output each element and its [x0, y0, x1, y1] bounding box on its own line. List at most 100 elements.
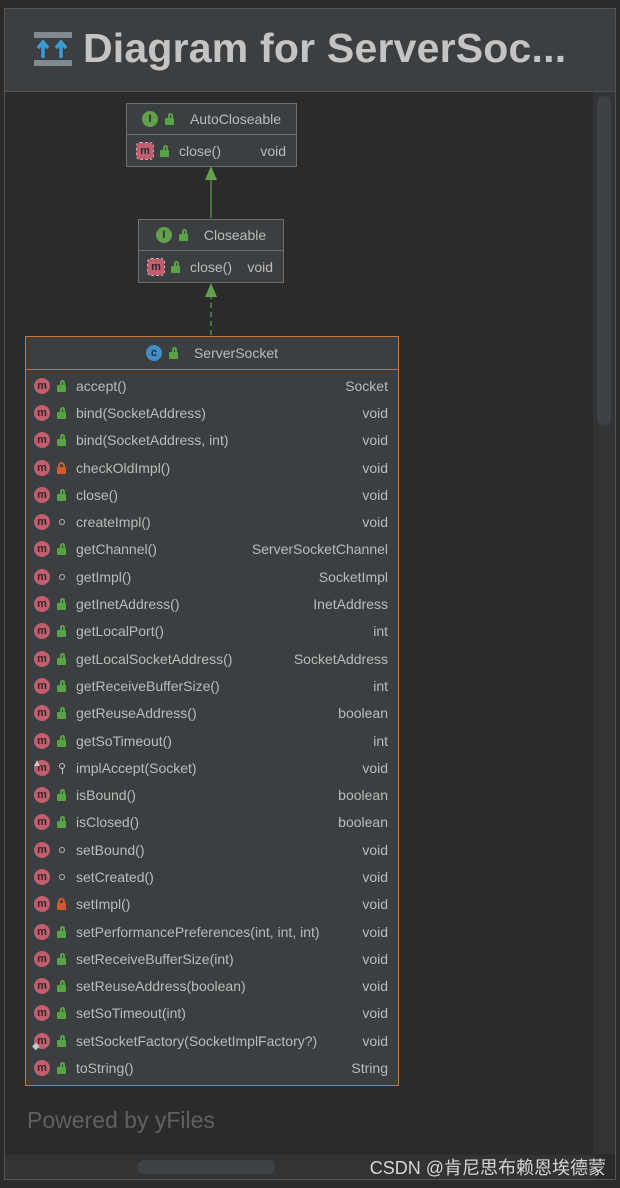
method-row[interactable]: m getSoTimeout() int: [26, 727, 398, 754]
method-icon: m: [34, 787, 50, 804]
method-return-type: void: [362, 868, 388, 885]
method-row[interactable]: m bind(SocketAddress, int) void: [26, 427, 398, 454]
public-lock-icon: [170, 260, 182, 273]
method-row[interactable]: m close() void: [127, 135, 296, 166]
public-lock-icon: [56, 1062, 68, 1075]
public-lock-icon: [56, 625, 68, 638]
method-name: setPerformancePreferences(int, int, int): [76, 923, 320, 940]
method-row[interactable]: m getLocalPort() int: [26, 618, 398, 645]
method-icon: m: [34, 732, 50, 749]
method-row[interactable]: m setPerformancePreferences(int, int, int…: [26, 918, 398, 945]
csdn-watermark: CSDN @肯尼思布赖恩埃德蒙: [369, 1158, 606, 1178]
public-lock-icon: [56, 679, 68, 692]
method-row[interactable]: m setBound() void: [26, 836, 398, 863]
public-lock-icon: [56, 707, 68, 720]
method-row[interactable]: m bind(SocketAddress) void: [26, 399, 398, 426]
method-row[interactable]: m close() void: [26, 481, 398, 508]
override-marker-icon: ▲: [32, 758, 42, 770]
method-row[interactable]: m setCreated() void: [26, 863, 398, 890]
method-name: setBound(): [76, 841, 145, 858]
method-row[interactable]: m setImpl() void: [26, 891, 398, 918]
method-icon: m: [34, 459, 50, 476]
method-icon: m: [34, 978, 50, 995]
public-lock-icon: [56, 488, 68, 501]
edge-arrowhead-closeable: [205, 283, 217, 297]
method-icon: m: [34, 377, 50, 394]
method-row[interactable]: m setReceiveBufferSize(int) void: [26, 945, 398, 972]
public-lock-icon: [56, 925, 68, 938]
closeable-node[interactable]: I Closeable m close() void: [138, 219, 284, 283]
method-return-type: void: [362, 514, 388, 531]
method-icon: m: [34, 596, 50, 613]
method-icon: m: [34, 841, 50, 858]
method-row[interactable]: m getImpl() SocketImpl: [26, 563, 398, 590]
method-row[interactable]: m isBound() boolean: [26, 781, 398, 808]
method-row[interactable]: m setSoTimeout(int) void: [26, 1000, 398, 1027]
method-return-type: boolean: [338, 787, 388, 804]
horizontal-scroll-thumb[interactable]: [137, 1160, 275, 1174]
vertical-scrollbar[interactable]: [593, 92, 615, 1154]
serversocket-node[interactable]: c ServerSocket m accept() Socket m bind(Sock…: [25, 336, 399, 1086]
method-return-type: ServerSocketChannel: [251, 541, 388, 558]
package-visibility-icon: [56, 844, 68, 856]
method-row[interactable]: m getLocalSocketAddress() SocketAddress: [26, 645, 398, 672]
method-row[interactable]: m getReuseAddress() boolean: [26, 700, 398, 727]
method-return-type: int: [373, 732, 388, 749]
method-name: close(): [179, 142, 222, 159]
method-name: createImpl(): [76, 514, 151, 531]
protected-key-icon: [56, 762, 68, 774]
package-visibility-icon: [56, 571, 68, 583]
method-name: getInetAddress(): [76, 596, 180, 613]
method-row[interactable]: m createImpl() void: [26, 508, 398, 535]
public-lock-icon: [56, 652, 68, 665]
vertical-scroll-thumb[interactable]: [597, 96, 611, 426]
method-return-type: void: [362, 1032, 388, 1049]
method-icon: m: [34, 950, 50, 967]
method-icon: m: [34, 568, 50, 585]
method-name: setReceiveBufferSize(int): [76, 950, 234, 967]
method-icon: m: [34, 814, 50, 831]
public-lock-icon: [168, 347, 180, 359]
autocloseable-name: AutoCloseable: [189, 111, 282, 127]
method-icon: m: [34, 1060, 50, 1077]
method-row[interactable]: m ◆ setSocketFactory(SocketImplFactory?) vo…: [26, 1027, 398, 1054]
public-lock-icon: [56, 543, 68, 556]
method-row[interactable]: m checkOldImpl() void: [26, 454, 398, 481]
method-return-type: SocketAddress: [293, 650, 388, 667]
method-return-type: void: [247, 258, 273, 275]
method-row[interactable]: m setReuseAddress(boolean) void: [26, 973, 398, 1000]
method-icon: m: [34, 896, 50, 913]
method-icon: m: [34, 404, 50, 421]
method-row[interactable]: m close() void: [139, 251, 283, 282]
method-name: close(): [190, 258, 233, 275]
public-lock-icon: [178, 229, 190, 241]
public-lock-icon: [56, 1034, 68, 1047]
method-row[interactable]: m getChannel() ServerSocketChannel: [26, 536, 398, 563]
method-return-type: void: [362, 896, 388, 913]
static-marker-icon: ◆: [32, 1041, 40, 1053]
method-name: bind(SocketAddress): [76, 404, 206, 421]
method-row[interactable]: m getInetAddress() InetAddress: [26, 590, 398, 617]
autocloseable-header: I AutoCloseable: [127, 104, 296, 135]
public-lock-icon: [56, 1007, 68, 1020]
method-icon: m: [34, 705, 50, 722]
method-row[interactable]: m isClosed() boolean: [26, 809, 398, 836]
method-icon: m: [34, 486, 50, 503]
method-name: close(): [76, 486, 119, 503]
method-row[interactable]: m toString() String: [26, 1054, 398, 1081]
method-return-type: void: [362, 432, 388, 449]
method-name: bind(SocketAddress, int): [76, 432, 229, 449]
abstract-method-icon: m: [147, 257, 165, 276]
method-icon: m: [34, 514, 50, 531]
method-row[interactable]: m getReceiveBufferSize() int: [26, 672, 398, 699]
method-return-type: void: [362, 923, 388, 940]
method-return-type: boolean: [338, 705, 388, 722]
method-row[interactable]: m accept() Socket: [26, 372, 398, 399]
public-lock-icon: [56, 406, 68, 419]
autocloseable-node[interactable]: I AutoCloseable m close() void: [126, 103, 297, 167]
private-lock-icon: [56, 461, 68, 474]
method-name: setImpl(): [76, 896, 131, 913]
method-row[interactable]: m ▲ implAccept(Socket) void: [26, 754, 398, 781]
method-icon: m: [34, 650, 50, 667]
public-lock-icon: [164, 113, 176, 125]
